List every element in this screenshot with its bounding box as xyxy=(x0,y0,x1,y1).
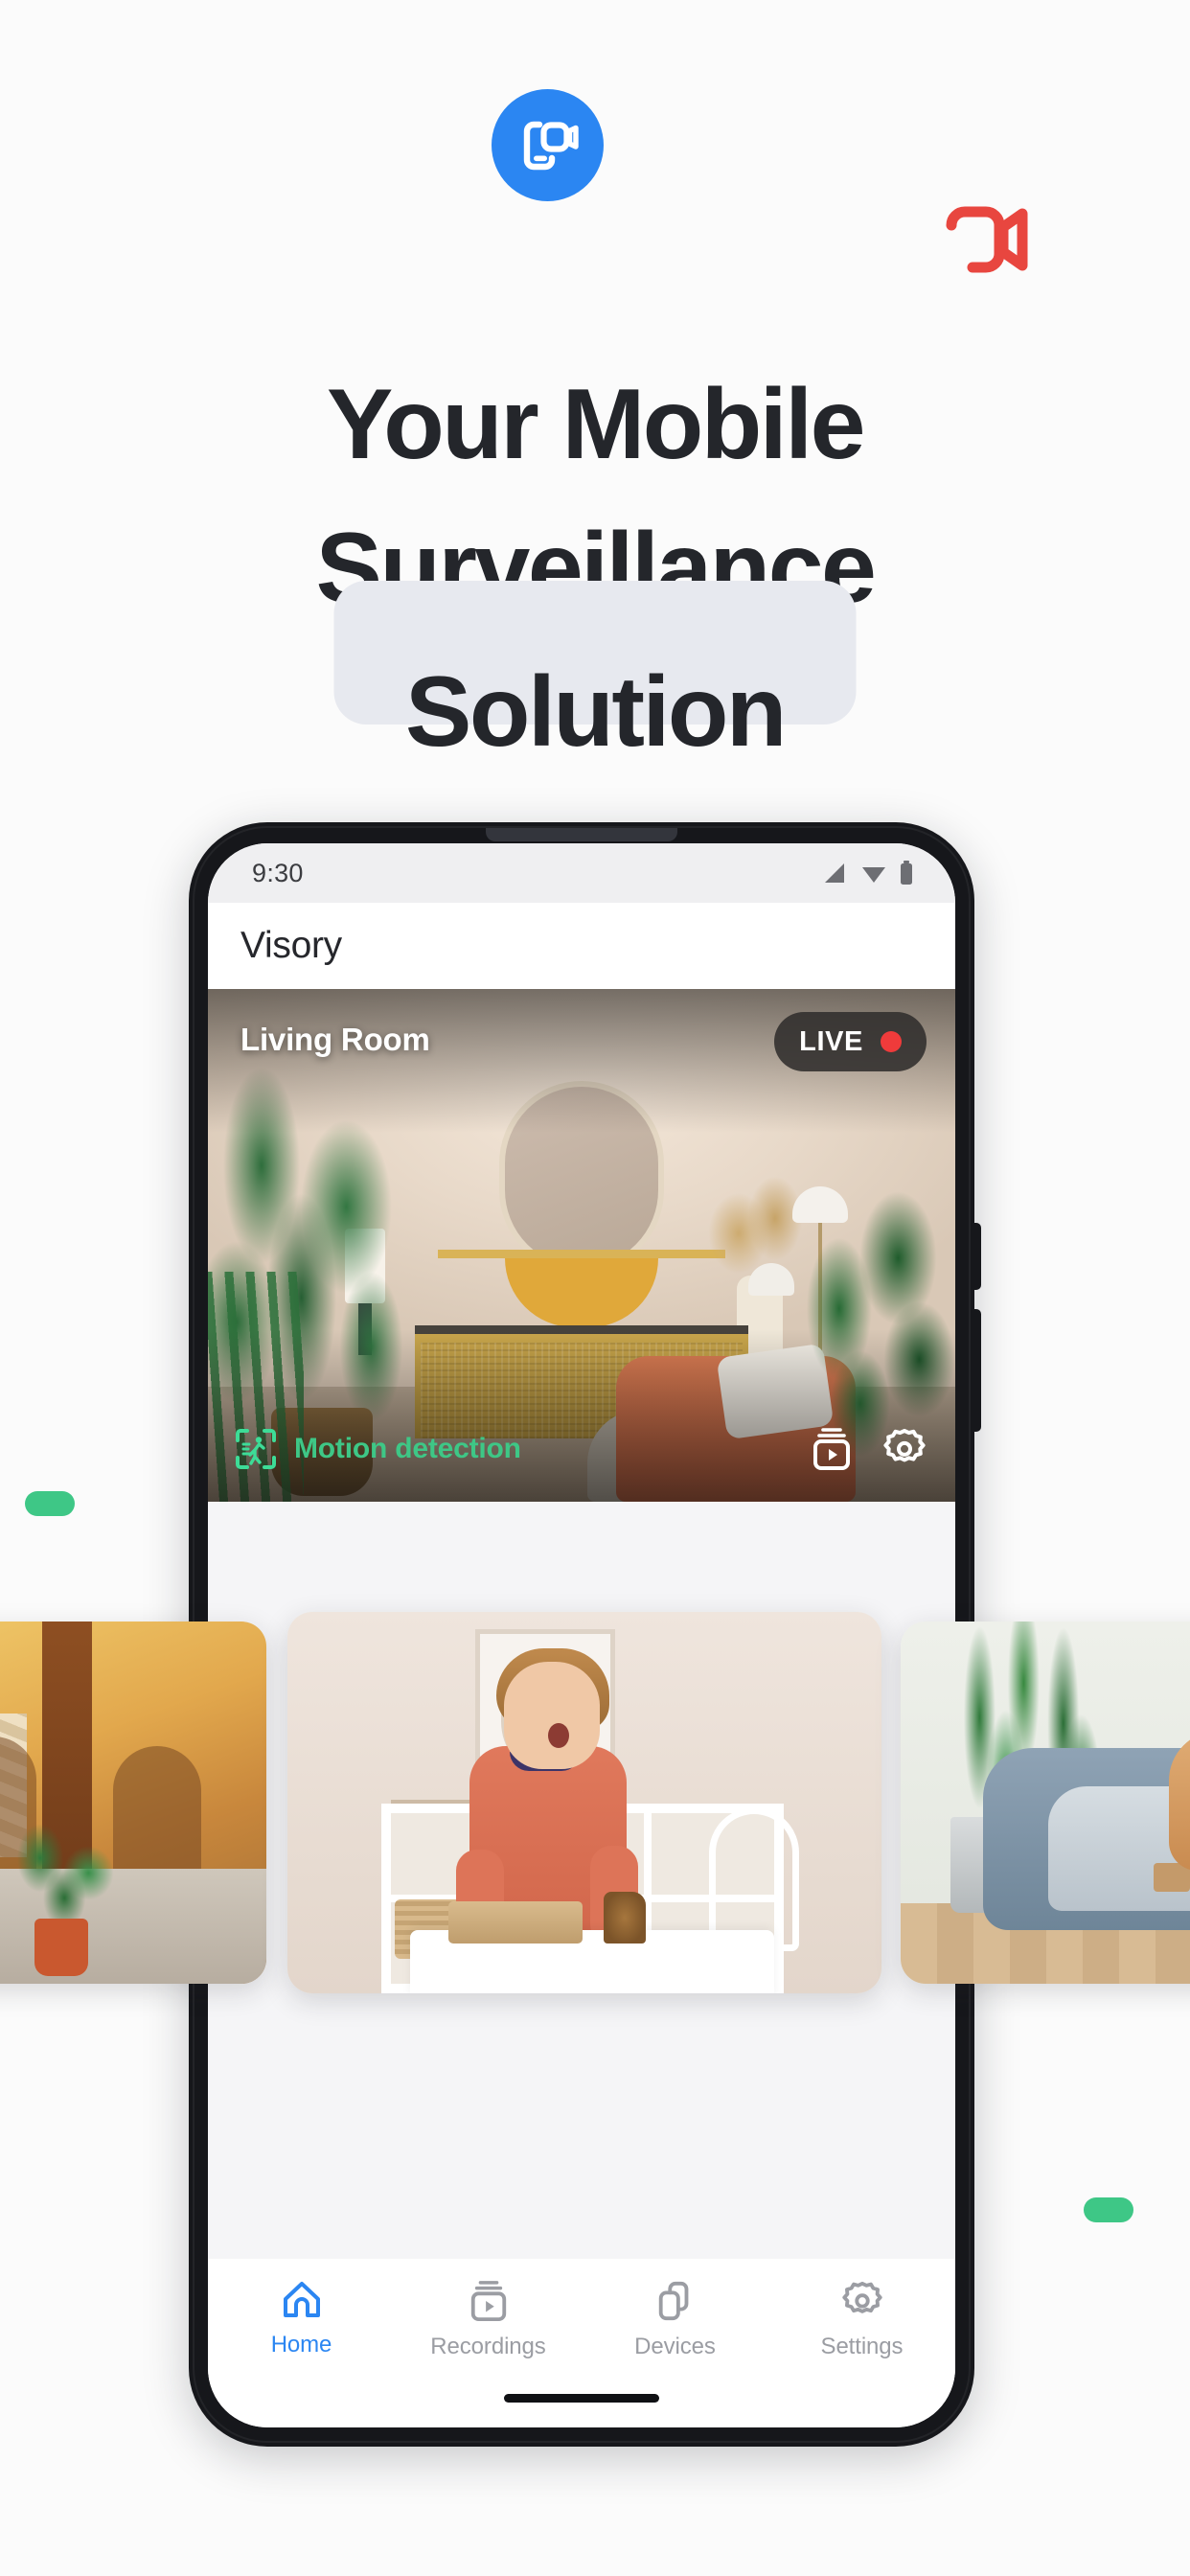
promo-screenshot: Your Mobile Surveillance Solution 9:30 V… xyxy=(0,0,1190,2576)
phone-side-button-volume[interactable] xyxy=(973,1223,981,1290)
status-badge: LIVE xyxy=(774,1012,927,1071)
motion-detection-icon xyxy=(236,1429,276,1469)
video-camera-outline-mark xyxy=(944,202,1035,277)
nav-label-home: Home xyxy=(270,2332,332,2358)
live-feed-controls: Motion detection xyxy=(208,1396,955,1502)
devices-icon xyxy=(658,2281,688,2321)
home-icon xyxy=(283,2282,320,2317)
status-bar-clock: 9:30 xyxy=(252,858,304,887)
nav-item-home[interactable]: Home xyxy=(208,2280,395,2358)
nav-item-recordings[interactable]: Recordings xyxy=(395,2280,582,2360)
settings-gear-icon xyxy=(841,2281,882,2313)
visory-app-logo xyxy=(492,89,604,201)
signal-icon xyxy=(825,863,844,883)
nav-label-recordings: Recordings xyxy=(430,2334,546,2359)
camera-thumb-living[interactable] xyxy=(901,1622,1190,1984)
nav-item-devices[interactable]: Devices xyxy=(582,2280,768,2360)
app-bar: Visory xyxy=(208,903,955,989)
wifi-icon xyxy=(862,867,885,883)
phone-video-camera-icon xyxy=(523,121,579,170)
live-badge-label: LIVE xyxy=(799,1025,863,1057)
headline-line-1: Your Mobile xyxy=(327,369,865,480)
live-feed-card[interactable]: Living Room LIVE Motion detection xyxy=(208,989,955,1502)
phone-speaker xyxy=(486,828,677,841)
decor-pill-right xyxy=(1084,2197,1133,2222)
camera-thumb-playroom[interactable] xyxy=(287,1612,881,1993)
battery-icon xyxy=(901,861,912,885)
camera-thumbnails-carousel xyxy=(0,1612,1190,1993)
home-indicator xyxy=(504,2394,659,2403)
nav-label-settings: Settings xyxy=(820,2334,904,2359)
recording-dot-icon xyxy=(881,1031,902,1052)
settings-gear-icon[interactable] xyxy=(882,1427,927,1471)
phone-side-button-power[interactable] xyxy=(973,1309,981,1432)
nav-label-devices: Devices xyxy=(634,2334,716,2359)
nav-item-settings[interactable]: Settings xyxy=(768,2280,955,2360)
headline-line-3: Solution xyxy=(0,581,1190,784)
recordings-icon xyxy=(470,2281,506,2322)
status-bar: 9:30 xyxy=(208,843,955,903)
motion-detection-label: Motion detection xyxy=(294,1433,521,1464)
recordings-icon[interactable] xyxy=(812,1427,852,1471)
video-camera-icon xyxy=(946,206,1028,273)
page-title: Visory xyxy=(240,925,342,966)
camera-name-label: Living Room xyxy=(240,1022,430,1057)
motion-detection-indicator[interactable]: Motion detection xyxy=(235,1428,521,1470)
page-headline: Your Mobile Surveillance Solution xyxy=(0,353,1190,784)
camera-thumb-courtyard[interactable] xyxy=(0,1622,266,1984)
decor-pill-left xyxy=(25,1491,75,1516)
